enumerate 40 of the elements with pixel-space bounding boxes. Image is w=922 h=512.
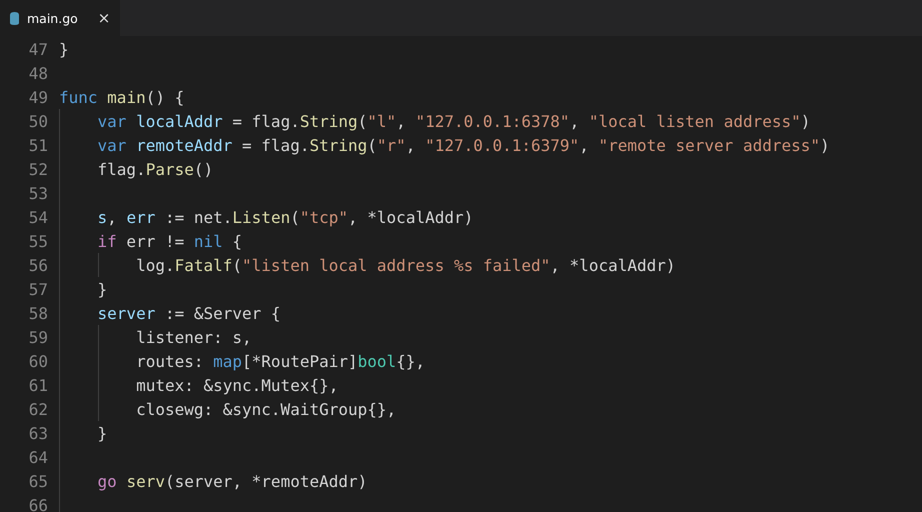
line-number: 54 <box>28 208 48 226</box>
line-number: 62 <box>28 400 48 418</box>
code-line: server := &Server { <box>96 304 281 322</box>
code-line: } <box>59 40 69 58</box>
file-icon <box>10 12 19 24</box>
code-line: log.Fatalf("listen local address %s failed", *localAddr) <box>135 256 676 274</box>
line-number: 59 <box>28 328 48 346</box>
code-line: var remoteAddr = flag.String("r", "127.0.0.1:6379", "remote server address") <box>96 136 830 154</box>
code-line: func main() { <box>59 88 184 106</box>
line-number: 65 <box>28 472 48 490</box>
line-number: 61 <box>28 376 48 394</box>
code-line: mutex: &sync.Mutex{}, <box>135 376 338 394</box>
editor-tab[interactable]: main.go × <box>0 0 120 36</box>
code-line: s, err := net.Listen("tcp", *localAddr) <box>96 208 474 226</box>
code-line: if err != nil { <box>96 232 242 250</box>
code-line: var localAddr = flag.String("l", "127.0.0.1:6378", "local listen address") <box>96 112 810 130</box>
line-number: 66 <box>28 496 48 512</box>
code-line: go serv(server, *remoteAddr) <box>96 472 368 490</box>
line-number: 50 <box>28 112 48 130</box>
code-line: closewg: &sync.WaitGroup{}, <box>135 400 396 418</box>
line-number: 51 <box>28 136 48 154</box>
code-line: routes: map[*RoutePair]bool{}, <box>135 352 426 370</box>
code-line: } <box>96 280 108 298</box>
line-number: 57 <box>28 280 48 298</box>
line-number: 63 <box>28 424 48 442</box>
line-number: 53 <box>28 184 48 202</box>
code-line: listener: s, <box>135 328 252 346</box>
line-number: 60 <box>28 352 48 370</box>
line-number: 64 <box>28 448 48 466</box>
code-line: } <box>96 424 108 442</box>
line-number: 55 <box>28 232 48 250</box>
line-number: 49 <box>28 88 48 106</box>
code-line: flag.Parse() <box>96 160 214 178</box>
close-icon[interactable]: × <box>98 9 110 27</box>
line-number: 48 <box>28 64 48 82</box>
line-number: 58 <box>28 304 48 322</box>
line-number: 52 <box>28 160 48 178</box>
line-number: 56 <box>28 256 48 274</box>
line-number: 47 <box>28 40 48 58</box>
tab-label: main.go <box>27 10 78 26</box>
